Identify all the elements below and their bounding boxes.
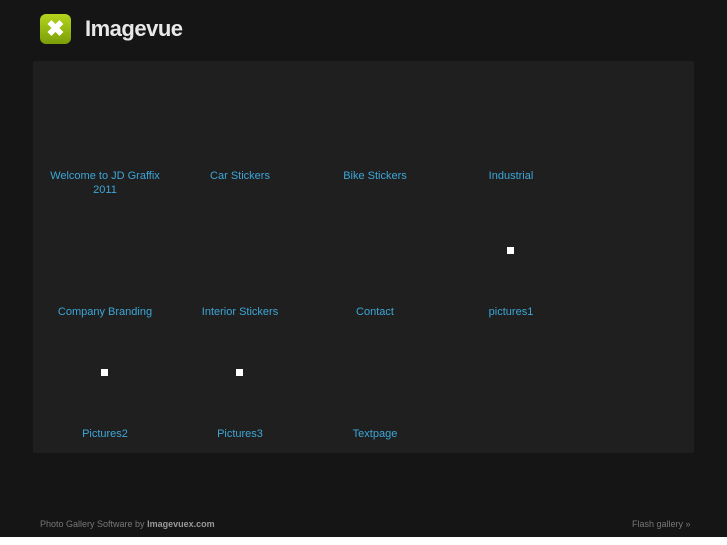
gallery-item[interactable]: Company Branding bbox=[45, 305, 165, 319]
logo-x-icon[interactable]: ✖ bbox=[40, 14, 71, 44]
flash-gallery-link[interactable]: Flash gallery » bbox=[632, 519, 691, 529]
gallery-item[interactable]: Interior Stickers bbox=[180, 305, 300, 319]
thumbnail-placeholder[interactable] bbox=[507, 247, 514, 254]
gallery-item[interactable]: Industrial bbox=[451, 169, 571, 183]
gallery-item[interactable]: Pictures3 bbox=[180, 427, 300, 441]
gallery-item[interactable]: Textpage bbox=[315, 427, 435, 441]
gallery-item[interactable]: Welcome to JD Graffix 2011 bbox=[45, 169, 165, 197]
thumbnail-placeholder[interactable] bbox=[101, 369, 108, 376]
brand-title[interactable]: Imagevue bbox=[85, 16, 183, 42]
gallery-item[interactable]: pictures1 bbox=[451, 305, 571, 319]
gallery-item[interactable]: Bike Stickers bbox=[315, 169, 435, 183]
gallery-panel bbox=[33, 61, 694, 453]
gallery-item[interactable]: Car Stickers bbox=[180, 169, 300, 183]
gallery-item[interactable]: Pictures2 bbox=[45, 427, 165, 441]
credit-text: Photo Gallery Software by bbox=[40, 519, 145, 529]
imagevuex-link[interactable]: Imagevuex.com bbox=[147, 519, 215, 529]
footer-credit: Photo Gallery Software by Imagevuex.com bbox=[40, 519, 215, 529]
gallery-item[interactable]: Contact bbox=[315, 305, 435, 319]
thumbnail-placeholder[interactable] bbox=[236, 369, 243, 376]
